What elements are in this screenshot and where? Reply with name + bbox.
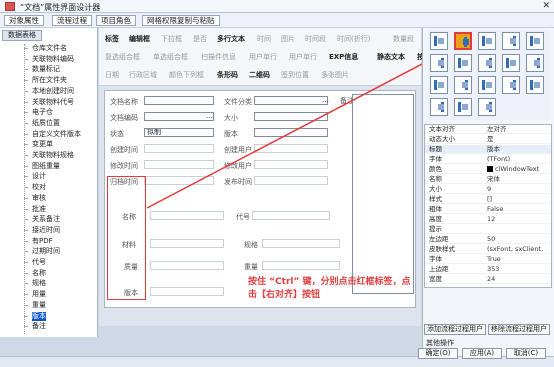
property-name: 字体 — [429, 155, 442, 163]
property-value[interactable]: True — [487, 255, 501, 264]
other-operations-label[interactable]: 其他操作 — [426, 338, 454, 348]
property-value[interactable]: 12 — [487, 215, 495, 224]
property-value[interactable]: 24 — [487, 275, 495, 284]
property-row[interactable]: 左边距 50 — [425, 235, 551, 244]
property-grid: 文本对齐 左对齐 动态大小是标题 版本 字体 (TFont) 颜色 clWindowText 名… — [424, 124, 552, 288]
property-row[interactable]: 粗体 False — [425, 205, 551, 214]
property-row[interactable]: 名称 宋体 — [425, 175, 551, 184]
property-name: 左边距 — [429, 235, 449, 243]
property-value[interactable]: [] — [487, 195, 492, 204]
align-vcenter-icon[interactable] — [430, 54, 448, 72]
property-value[interactable]: (TFont) — [487, 155, 510, 164]
remove-flow-user-button[interactable]: 移除流程过程用户 — [488, 324, 550, 335]
property-name: 粗体 — [429, 205, 442, 213]
property-value[interactable]: 353 — [487, 265, 499, 274]
add-flow-user-button[interactable]: 添加流程过程用户 — [424, 324, 486, 335]
property-name: 提示 — [429, 225, 442, 233]
property-row[interactable]: 颜色 clWindowText — [425, 165, 551, 174]
property-name: 名称 — [429, 175, 442, 183]
property-name: 字体 — [429, 255, 442, 263]
property-row[interactable]: 大小 9 — [425, 185, 551, 194]
property-row[interactable]: 高度 12 — [425, 215, 551, 224]
property-row[interactable]: 皮肤样式 (sxFont, sxClient, — [425, 245, 551, 254]
instruction-note: 按住 “Ctrl” 键，分别点击红框标签，点击【右对齐】按钮 — [248, 277, 411, 300]
property-row[interactable]: 文本对齐 左对齐 — [425, 125, 551, 134]
cancel-button[interactable]: 取消(C) — [506, 348, 546, 359]
property-value[interactable]: 版本 — [487, 145, 500, 154]
lock-icon[interactable] — [430, 98, 448, 116]
property-value[interactable]: 是 — [487, 135, 494, 144]
property-name: 标题 — [429, 145, 442, 153]
align-left-icon[interactable] — [430, 32, 448, 50]
grid-icon[interactable] — [454, 98, 472, 116]
property-value[interactable]: 左对齐 — [487, 125, 507, 134]
property-name: 样式 — [429, 195, 442, 203]
property-name: 宽度 — [429, 275, 442, 283]
same-size-icon[interactable] — [502, 54, 520, 72]
snap-icon[interactable] — [478, 98, 496, 116]
property-name: 皮肤样式 — [429, 245, 455, 253]
color-swatch — [487, 166, 493, 172]
apply-button[interactable]: 应用(A) — [462, 348, 502, 359]
space-vertical-icon[interactable] — [430, 76, 448, 94]
property-name: 颜色 — [429, 165, 442, 173]
bring-front-icon[interactable] — [502, 76, 520, 94]
ok-button[interactable]: 确定(O) — [418, 348, 458, 359]
property-row[interactable]: 上边距 353 — [425, 265, 551, 274]
same-width-icon[interactable] — [454, 54, 472, 72]
align-top-icon[interactable] — [478, 32, 496, 50]
property-name: 高度 — [429, 215, 442, 223]
property-value[interactable]: (sxFont, sxClient, — [487, 245, 543, 254]
property-name: 上边距 — [429, 265, 449, 273]
send-back-icon[interactable] — [526, 76, 544, 94]
property-value[interactable]: 50 — [487, 235, 495, 244]
center-window-icon[interactable] — [454, 76, 472, 94]
property-value[interactable]: 9 — [487, 185, 491, 194]
align-hcenter-icon[interactable] — [526, 32, 544, 50]
property-name: 大小 — [429, 185, 442, 193]
property-row[interactable]: 动态大小 是 — [425, 135, 551, 144]
property-row[interactable]: 宽度 24 — [425, 275, 551, 284]
property-row[interactable]: 字体 True — [425, 255, 551, 264]
space-horizontal-icon[interactable] — [526, 54, 544, 72]
property-name: 文本对齐 — [429, 125, 455, 133]
alignment-toolbar — [428, 30, 550, 120]
property-value[interactable]: clWindowText — [487, 165, 539, 174]
distribute-icon[interactable] — [478, 76, 496, 94]
same-height-icon[interactable] — [478, 54, 496, 72]
property-row[interactable]: 字体 (TFont) — [425, 155, 551, 164]
property-row[interactable]: 标题 版本 — [425, 145, 551, 154]
property-row[interactable]: 样式 [] — [425, 195, 551, 204]
align-right-icon[interactable] — [454, 32, 472, 50]
property-row[interactable]: 提示 — [425, 225, 551, 234]
property-value[interactable]: False — [487, 205, 503, 214]
property-name: 动态大小 — [429, 135, 455, 143]
property-value[interactable]: 宋体 — [487, 175, 500, 184]
align-bottom-icon[interactable] — [502, 32, 520, 50]
